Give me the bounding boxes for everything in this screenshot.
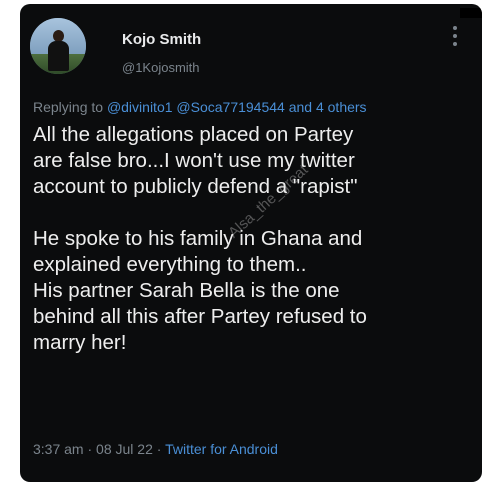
replying-to-line: Replying to @divinito1 @Soca77194544 and… <box>33 99 367 115</box>
mention-link-2[interactable]: @Soca77194544 <box>176 99 284 115</box>
tweet-line: His partner Sarah Bella is the one <box>33 279 340 302</box>
tweet-line: He spoke to his family in Ghana and <box>33 227 363 250</box>
tweet-line: behind all this after Partey refused to <box>33 305 367 328</box>
author-handle[interactable]: @1Kojosmith <box>122 60 200 75</box>
meta-separator: · <box>156 441 162 457</box>
tweet-card: Kojo Smith @1Kojosmith Replying to @divi… <box>20 4 482 482</box>
replying-to-label: Replying to <box>33 99 107 115</box>
tweet-source[interactable]: Twitter for Android <box>165 441 278 457</box>
tweet-line: All the allegations placed on Partey <box>33 123 354 146</box>
mention-others-link[interactable]: and 4 others <box>289 99 367 115</box>
tweet-text: All the allegations placed on Partey are… <box>33 122 473 356</box>
avatar[interactable] <box>30 18 86 74</box>
top-bar <box>460 8 482 18</box>
more-vertical-icon[interactable] <box>451 26 459 54</box>
meta-separator: · <box>87 441 93 457</box>
tweet-line: account to publicly defend a "rapist" <box>33 175 358 198</box>
tweet-line: are false bro...I won't use my twitter <box>33 149 355 172</box>
tweet-line: marry her! <box>33 331 127 354</box>
mention-link-1[interactable]: @divinito1 <box>107 99 173 115</box>
tweet-date[interactable]: 08 Jul 22 <box>96 441 153 457</box>
tweet-time[interactable]: 3:37 am <box>33 441 84 457</box>
author-name[interactable]: Kojo Smith <box>122 31 201 48</box>
avatar-body <box>48 41 69 71</box>
tweet-meta: 3:37 am · 08 Jul 22 · Twitter for Androi… <box>33 441 278 457</box>
tweet-line: explained everything to them.. <box>33 253 307 276</box>
